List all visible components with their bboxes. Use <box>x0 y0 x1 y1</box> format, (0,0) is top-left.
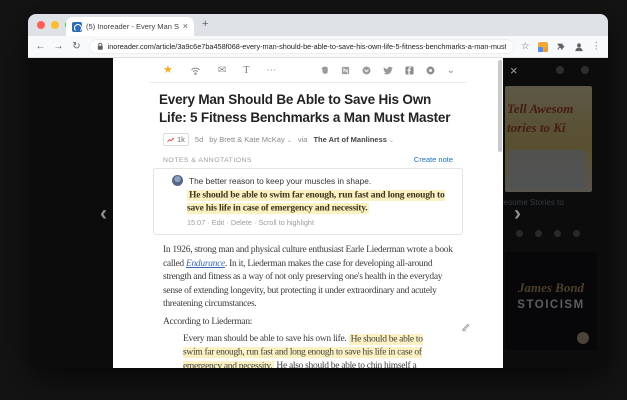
back-icon[interactable]: ← <box>35 42 46 52</box>
note-edit-link[interactable]: Edit <box>212 218 225 227</box>
previous-article-chevron-icon[interactable]: ‹ <box>100 203 107 224</box>
thumbnail-text: Tell Awesom <box>507 100 592 117</box>
forward-icon[interactable]: → <box>53 42 64 52</box>
trend-icon <box>167 137 175 143</box>
article-byline: 1k 5d by Brett & Kate McKay ⌄ via The Ar… <box>163 133 453 146</box>
author-dropdown[interactable]: by Brett & Kate McKay ⌄ <box>209 135 292 144</box>
article-share-right: ⌄ <box>320 66 455 76</box>
facebook-icon[interactable] <box>405 66 414 75</box>
thumbnail-logo <box>577 332 589 344</box>
reload-icon[interactable]: ↻ <box>71 42 82 52</box>
evernote-icon[interactable] <box>320 66 329 75</box>
caret-down-icon: ⌄ <box>287 138 292 144</box>
notes-header: NOTES & ANNOTATIONS <box>163 157 252 164</box>
note-author-avatar <box>172 175 183 186</box>
note-quoted-highlight: He should be able to swim far enough, ru… <box>187 189 450 216</box>
note-comment: The better reason to keep your muscles i… <box>189 176 371 186</box>
new-tab-button[interactable]: + <box>202 18 208 30</box>
email-icon[interactable]: ✉ <box>218 66 226 76</box>
popularity-count: 1k <box>177 135 185 144</box>
caret-down-icon: ⌄ <box>389 138 394 144</box>
note-time: 15:07 <box>187 218 205 227</box>
thumbnail-word-text: STOICISM <box>505 299 597 311</box>
close-window-button[interactable] <box>37 21 45 29</box>
browser-tab[interactable]: (5) Inoreader - Every Man Sho × <box>66 17 194 36</box>
note-footer: 15:07 · Edit · Delete · Scroll to highli… <box>187 218 450 227</box>
dimmed-share-icons <box>516 230 580 237</box>
minimize-window-button[interactable] <box>51 21 59 29</box>
url-text: inoreader.com/article/3a9c6e7ba458f068-e… <box>108 42 506 51</box>
inoreader-extension-icon[interactable] <box>538 42 548 52</box>
note-card: The better reason to keep your muscles i… <box>153 168 463 235</box>
tab-strip: (5) Inoreader - Every Man Sho × + <box>28 14 608 36</box>
scroll-to-highlight-link[interactable]: Scroll to highlight <box>258 218 314 227</box>
article-body: In 1926, strong man and physical culture… <box>163 244 453 368</box>
profile-icon[interactable] <box>574 42 584 52</box>
notes-annotations-row: NOTES & ANNOTATIONS Create note <box>163 155 453 164</box>
paragraph: In 1926, strong man and physical culture… <box>163 244 453 312</box>
second-article-thumbnail: James Bond STOICISM <box>505 252 597 350</box>
tab-close-icon[interactable]: × <box>183 22 188 31</box>
panel-scrollbar[interactable] <box>498 60 502 152</box>
star-icon[interactable]: ★ <box>163 65 173 76</box>
article-panel: ★ ✉ T ⋯ ⌄ Every Man Should Be Able to Sa… <box>113 58 503 368</box>
note-header: The better reason to keep your muscles i… <box>172 175 450 186</box>
browser-toolbar: ← → ↻ inoreader.com/article/3a9c6e7ba458… <box>28 36 608 58</box>
paragraph: According to Liederman: <box>163 316 453 330</box>
close-article-icon[interactable]: × <box>510 63 518 78</box>
article-title: Every Man Should Be Able to Save His Own… <box>159 91 457 127</box>
share-circle-icon[interactable] <box>426 66 435 75</box>
chevron-down-icon[interactable]: ⌄ <box>447 66 455 76</box>
thumbnail-script-text: James Bond <box>505 280 597 296</box>
create-note-link[interactable]: Create note <box>414 155 453 164</box>
source-dropdown[interactable]: The Art of Manliness ⌄ <box>313 135 394 144</box>
onenote-icon[interactable] <box>341 66 350 75</box>
twitter-icon[interactable] <box>383 66 393 75</box>
pocket-icon[interactable] <box>362 66 371 75</box>
article-toolbar: ★ ✉ T ⋯ ⌄ <box>149 58 467 83</box>
toolbar-right: ☆ ⋮ <box>521 42 601 52</box>
extensions-puzzle-icon[interactable] <box>556 42 566 52</box>
menu-dots-icon[interactable]: ⋮ <box>592 42 602 52</box>
next-article-chevron-icon[interactable]: › <box>514 203 521 224</box>
thumbnail-text: tories to Ki <box>507 119 592 136</box>
article-actions-left: ★ ✉ T ⋯ <box>163 65 276 76</box>
endurance-book-link[interactable]: Endurance <box>186 259 225 269</box>
address-bar[interactable]: inoreader.com/article/3a9c6e7ba458f068-e… <box>89 39 514 54</box>
blockquote: Every man should be able to save his own… <box>183 333 423 368</box>
tab-title: (5) Inoreader - Every Man Sho <box>86 22 179 31</box>
inoreader-favicon-icon <box>72 22 82 32</box>
bookmark-star-icon[interactable]: ☆ <box>521 42 530 52</box>
browser-window: (5) Inoreader - Every Man Sho × + ← → ↻ … <box>28 14 608 368</box>
text-format-icon[interactable]: T <box>243 66 249 76</box>
padlock-icon <box>97 42 104 51</box>
reader-content: Tell Awesom tories to Ki wesome Stories … <box>28 58 608 368</box>
next-article-thumbnail: Tell Awesom tories to Ki <box>505 86 592 192</box>
thumbnail-art <box>509 150 585 188</box>
popularity-badge: 1k <box>163 133 189 146</box>
broadcast-icon[interactable] <box>190 66 201 76</box>
via-label: via <box>298 135 308 144</box>
more-options-icon[interactable]: ⋯ <box>266 66 276 76</box>
note-delete-link[interactable]: Delete <box>231 218 252 227</box>
dimmed-toolbar-icons <box>556 66 589 74</box>
edit-highlight-pencil-icon[interactable] <box>461 322 471 332</box>
article-age: 5d <box>195 135 203 144</box>
